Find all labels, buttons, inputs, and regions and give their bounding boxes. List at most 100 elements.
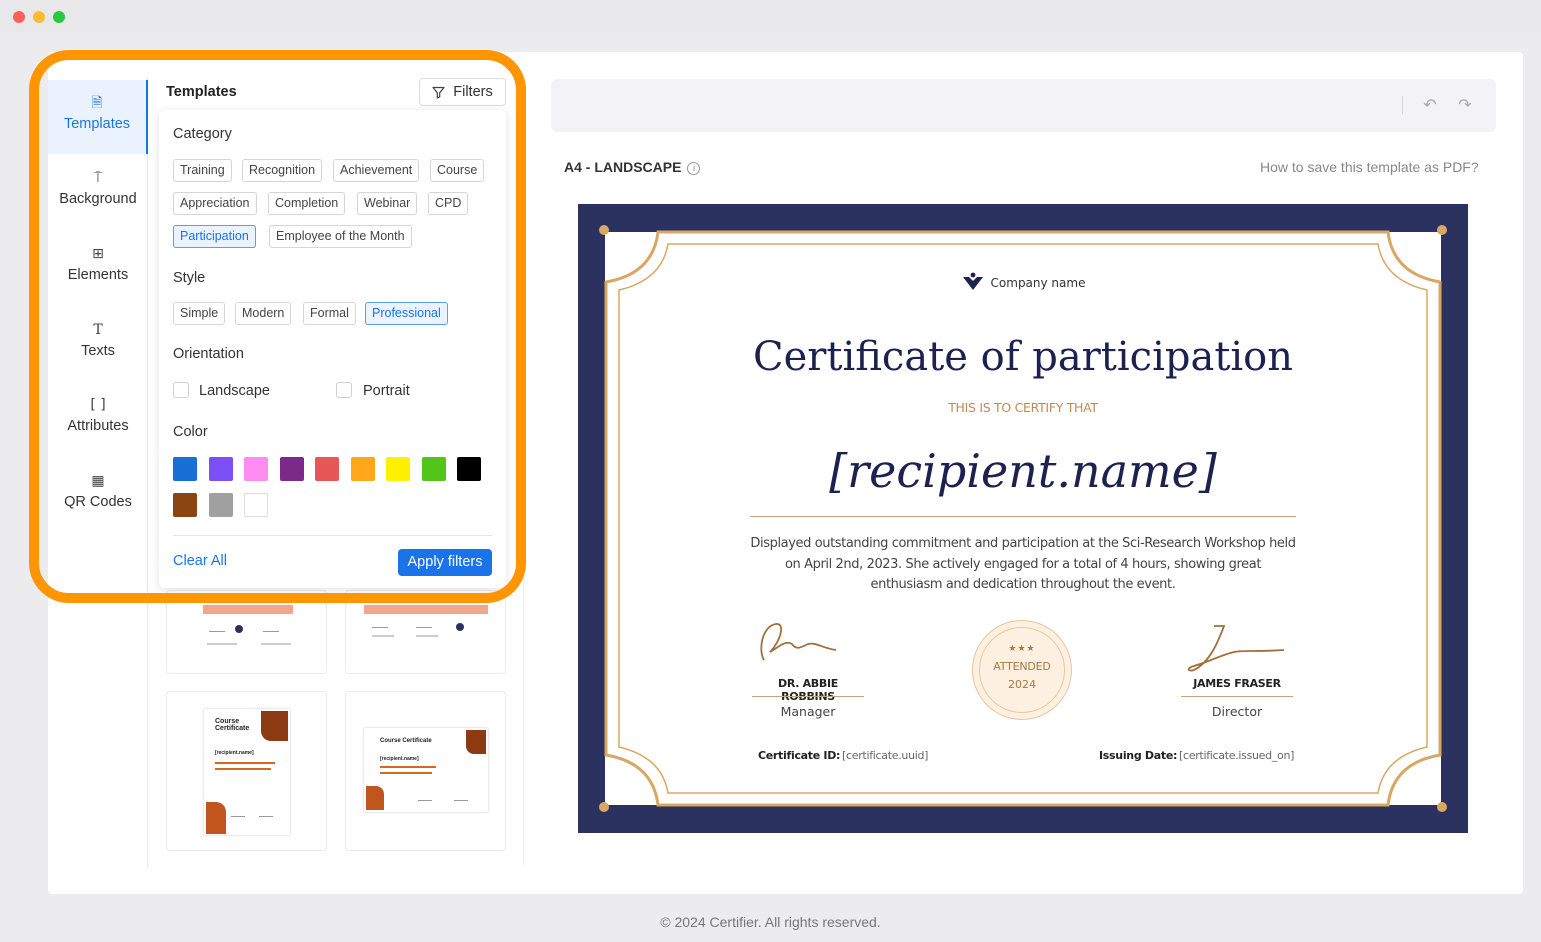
toolbar-separator bbox=[1402, 96, 1403, 114]
page-size-text: A4 - LANDSCAPE bbox=[564, 159, 682, 175]
editor-toolbar: ↶ ↷ bbox=[551, 79, 1496, 132]
filter-panel: Category Training Recognition Achievemen… bbox=[159, 110, 506, 588]
color-swatch[interactable] bbox=[350, 457, 375, 481]
recipient-name: [recipient.name] bbox=[829, 444, 1217, 498]
thumb-title: Course Certificate bbox=[215, 718, 250, 732]
sidebar-item-label: Background bbox=[59, 191, 137, 207]
sidebar-item-templates[interactable]: 🗎 Templates bbox=[48, 80, 148, 154]
sidebar-item-elements[interactable]: ⊞ Elements bbox=[48, 231, 148, 305]
thumb-text bbox=[261, 643, 291, 645]
sidebar-item-label: QR Codes bbox=[64, 494, 132, 510]
color-swatch[interactable] bbox=[315, 457, 339, 481]
style-chip-professional[interactable]: Professional bbox=[365, 302, 448, 325]
text-icon: T bbox=[93, 322, 103, 338]
corner-dot bbox=[1437, 225, 1447, 235]
category-chip-employee-of-the-month[interactable]: Employee of the Month bbox=[269, 225, 412, 248]
sidebar-item-label: Templates bbox=[63, 116, 131, 132]
corner-dot bbox=[599, 802, 609, 812]
thumb-text bbox=[416, 635, 438, 637]
thumb-recipient: [recipient.name] bbox=[380, 756, 419, 762]
paint-roller-icon: ⍑ bbox=[93, 170, 103, 186]
thumb-sig-line bbox=[209, 631, 225, 632]
category-chip-appreciation[interactable]: Appreciation bbox=[173, 192, 257, 215]
category-chip-cpd[interactable]: CPD bbox=[428, 192, 469, 215]
template-thumb[interactable] bbox=[345, 590, 506, 674]
style-label: Style bbox=[173, 270, 206, 286]
certificate-canvas[interactable]: Company name Certificate of participatio… bbox=[578, 204, 1468, 833]
color-swatch[interactable] bbox=[208, 493, 233, 517]
style-chip-simple[interactable]: Simple bbox=[173, 302, 226, 325]
category-chip-completion[interactable]: Completion bbox=[268, 192, 346, 215]
color-swatch[interactable] bbox=[386, 457, 410, 481]
color-swatch[interactable] bbox=[457, 457, 481, 481]
seal-stars: ★★★ bbox=[1008, 644, 1036, 654]
color-swatch[interactable] bbox=[208, 457, 233, 481]
thumb-sig-line bbox=[418, 800, 432, 801]
thumb-title: Course Certificate bbox=[380, 738, 432, 744]
document-icon: 🗎 bbox=[91, 95, 103, 111]
template-thumb[interactable] bbox=[166, 590, 327, 674]
issuing-date-label: Issuing Date: bbox=[1099, 749, 1178, 762]
template-thumb[interactable]: Course Certificate [recipient.name] bbox=[166, 691, 327, 851]
style-chip-modern[interactable]: Modern bbox=[235, 302, 292, 325]
color-label: Color bbox=[173, 424, 208, 440]
thumb-band bbox=[203, 605, 293, 614]
column-divider bbox=[523, 560, 524, 865]
corner-dot bbox=[599, 225, 609, 235]
sidebar-item-qr-codes[interactable]: ▦ QR Codes bbox=[48, 458, 148, 532]
portrait-checkbox[interactable] bbox=[336, 382, 352, 398]
brackets-icon: [ ] bbox=[90, 397, 106, 413]
category-chip-achievement[interactable]: Achievement bbox=[333, 159, 420, 182]
minimize-window-button[interactable] bbox=[33, 11, 45, 23]
corner-dot bbox=[1437, 802, 1447, 812]
category-chip-training[interactable]: Training bbox=[173, 159, 232, 182]
thumb-sig-line bbox=[263, 631, 279, 632]
thumb-text bbox=[380, 766, 436, 768]
sidebar-item-texts[interactable]: T Texts bbox=[48, 307, 148, 381]
thumb-seal bbox=[456, 623, 464, 631]
category-chip-course[interactable]: Course bbox=[430, 159, 485, 182]
seal-text: ATTENDED bbox=[993, 660, 1051, 673]
color-swatch[interactable] bbox=[173, 493, 197, 517]
thumb-deco bbox=[466, 730, 486, 754]
thumb-text bbox=[207, 643, 237, 645]
thumb-sig-line bbox=[372, 627, 388, 628]
sidebar-item-background[interactable]: ⍑ Background bbox=[48, 155, 148, 229]
panel-divider bbox=[173, 535, 492, 536]
portrait-label: Portrait bbox=[363, 383, 410, 399]
template-thumb[interactable]: Course Certificate [recipient.name] bbox=[345, 691, 506, 851]
category-chip-webinar[interactable]: Webinar bbox=[357, 192, 418, 215]
thumb-text bbox=[372, 635, 394, 637]
color-swatch[interactable] bbox=[244, 493, 268, 517]
color-swatch[interactable] bbox=[173, 457, 197, 481]
save-pdf-help-link[interactable]: How to save this template as PDF? bbox=[1260, 159, 1479, 175]
category-chip-recognition[interactable]: Recognition bbox=[242, 159, 323, 182]
sidebar-item-attributes[interactable]: [ ] Attributes bbox=[48, 382, 148, 456]
info-icon[interactable]: i bbox=[687, 162, 701, 175]
category-chip-participation[interactable]: Participation bbox=[173, 225, 256, 248]
filters-button[interactable]: Filters bbox=[419, 78, 506, 106]
undo-icon[interactable]: ↶ bbox=[1420, 95, 1440, 115]
issuing-date-value: [certificate.issued_on] bbox=[1179, 749, 1295, 762]
certificate-description: Displayed outstanding commitment and par… bbox=[750, 536, 1296, 592]
certificate-id-value: [certificate.uuid] bbox=[842, 749, 929, 762]
color-swatch[interactable] bbox=[244, 457, 268, 481]
footer-copyright: © 2024 Certifier. All rights reserved. bbox=[660, 914, 881, 930]
close-window-button[interactable] bbox=[13, 11, 25, 23]
landscape-checkbox[interactable] bbox=[173, 382, 189, 398]
clear-all-link[interactable]: Clear All bbox=[173, 553, 227, 569]
signer-right-name: JAMES FRASER bbox=[1193, 677, 1281, 690]
apply-filters-button[interactable]: Apply filters bbox=[398, 549, 492, 576]
signer-right-line bbox=[1181, 696, 1293, 697]
signer-left-line bbox=[752, 696, 864, 697]
landscape-label: Landscape bbox=[199, 383, 270, 399]
thumb-seal bbox=[235, 625, 243, 633]
thumb-deco bbox=[261, 711, 288, 741]
maximize-window-button[interactable] bbox=[53, 11, 65, 23]
templates-title: Templates bbox=[166, 84, 237, 100]
redo-icon[interactable]: ↷ bbox=[1455, 95, 1475, 115]
color-swatch[interactable] bbox=[421, 457, 446, 481]
color-swatch[interactable] bbox=[279, 457, 304, 481]
certificate-title: Certificate of participation bbox=[752, 334, 1294, 380]
style-chip-formal[interactable]: Formal bbox=[303, 302, 356, 325]
